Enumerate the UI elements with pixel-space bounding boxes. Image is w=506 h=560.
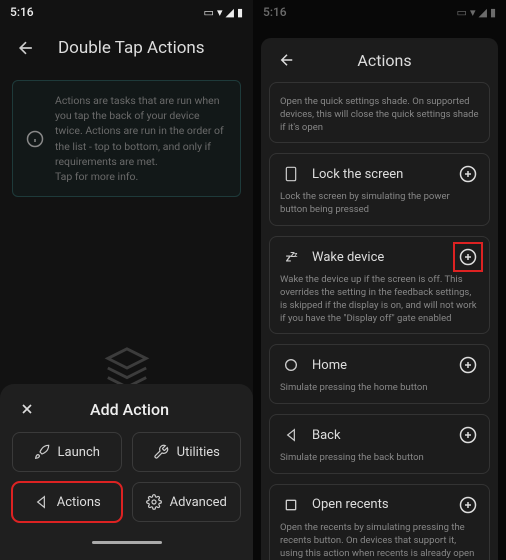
- action-icon: zzz: [280, 250, 302, 265]
- card-head: Home: [280, 353, 479, 377]
- back-button[interactable]: [8, 30, 44, 66]
- action-title: Wake device: [312, 250, 447, 265]
- back-arrow-icon: [278, 51, 296, 69]
- action-title: Open recents: [312, 497, 447, 512]
- info-text: Actions are tasks that are run when you …: [55, 93, 228, 184]
- action-desc: Simulate pressing the back button: [280, 452, 479, 465]
- wifi-icon: ▾: [217, 6, 223, 19]
- action-title: Home: [312, 358, 447, 373]
- close-icon: [19, 401, 35, 417]
- status-bar: 5:16 ▭ ▾ ◢ ▮: [0, 0, 253, 24]
- action-card[interactable]: Quick settingsOpen the quick settings sh…: [269, 82, 490, 143]
- action-card[interactable]: Lock the screen Lock the screen by simula…: [269, 153, 490, 226]
- actions-list[interactable]: Quick settingsOpen the quick settings sh…: [261, 82, 498, 560]
- card-head: Back: [280, 423, 479, 447]
- modal-title: Actions: [315, 51, 454, 70]
- action-icon: [280, 497, 302, 513]
- action-card[interactable]: Open recents Open the recents by simulati…: [269, 484, 490, 560]
- action-icon: [280, 166, 302, 182]
- triangle-left-icon: [33, 494, 49, 510]
- action-card[interactable]: Back Simulate pressing the back button: [269, 414, 490, 474]
- action-desc: Open the quick settings shade. On suppor…: [280, 96, 479, 134]
- action-desc: Open the recents by simulating pressing …: [280, 522, 479, 560]
- action-category-grid: Launch Utilities Actions Advanced: [12, 432, 241, 522]
- nav-pill-icon: [92, 541, 162, 544]
- back-arrow-icon: [16, 38, 36, 58]
- status-time: 5:16: [10, 5, 34, 19]
- add-action-button[interactable]: [457, 354, 479, 376]
- nav-bar[interactable]: [12, 532, 241, 552]
- left-screen: 5:16 ▭ ▾ ◢ ▮ Double Tap Actions Actions …: [0, 0, 253, 560]
- chip-utilities[interactable]: Utilities: [132, 432, 242, 472]
- info-box[interactable]: Actions are tasks that are run when you …: [12, 80, 241, 197]
- info-icon: [25, 93, 45, 184]
- modal-back-button[interactable]: [269, 42, 305, 78]
- action-desc: Wake the device up if the screen is off.…: [280, 274, 479, 325]
- action-icon: [280, 427, 302, 443]
- action-desc: Simulate pressing the home button: [280, 382, 479, 395]
- card-head: zzz Wake device: [280, 245, 479, 269]
- sheet-header: Add Action: [12, 396, 241, 432]
- chip-label: Actions: [57, 495, 101, 510]
- close-button[interactable]: [16, 398, 38, 420]
- status-icons: ▭ ▾ ◢ ▮: [204, 6, 243, 19]
- action-card[interactable]: Home Simulate pressing the home button: [269, 344, 490, 404]
- actions-modal: Actions Quick settingsOpen the quick set…: [261, 38, 498, 560]
- add-action-button[interactable]: [457, 424, 479, 446]
- action-title: Back: [312, 428, 447, 443]
- page-title: Double Tap Actions: [58, 38, 205, 58]
- chip-label: Utilities: [177, 445, 220, 460]
- wrench-icon: [153, 444, 169, 460]
- chip-label: Launch: [58, 445, 100, 460]
- action-title: Lock the screen: [312, 167, 447, 182]
- chip-advanced[interactable]: Advanced: [132, 482, 242, 522]
- chip-label: Advanced: [170, 495, 227, 510]
- action-card[interactable]: zzz Wake device Wake the device up if the …: [269, 236, 490, 334]
- sheet-title: Add Action: [52, 400, 207, 419]
- add-action-button[interactable]: [457, 246, 479, 268]
- page-header: Double Tap Actions: [0, 24, 253, 72]
- card-head: Open recents: [280, 493, 479, 517]
- cast-icon: ▭: [204, 6, 214, 19]
- battery-icon: ▮: [237, 6, 243, 19]
- add-action-button[interactable]: [457, 494, 479, 516]
- action-desc: Lock the screen by simulating the power …: [280, 191, 479, 217]
- action-icon: [280, 357, 302, 373]
- add-action-sheet: Add Action Launch Utilities Actions Adva…: [0, 384, 253, 560]
- gear-icon: [146, 494, 162, 510]
- rocket-icon: [34, 444, 50, 460]
- modal-header: Actions: [261, 38, 498, 82]
- signal-icon: ◢: [225, 6, 233, 19]
- add-action-button[interactable]: [457, 163, 479, 185]
- chip-launch[interactable]: Launch: [12, 432, 122, 472]
- right-screen: 5:16 ▭ ▾ ◢ ▮ Double Tap Actions Actions …: [253, 0, 506, 560]
- chip-actions[interactable]: Actions: [12, 482, 122, 522]
- card-head: Lock the screen: [280, 162, 479, 186]
